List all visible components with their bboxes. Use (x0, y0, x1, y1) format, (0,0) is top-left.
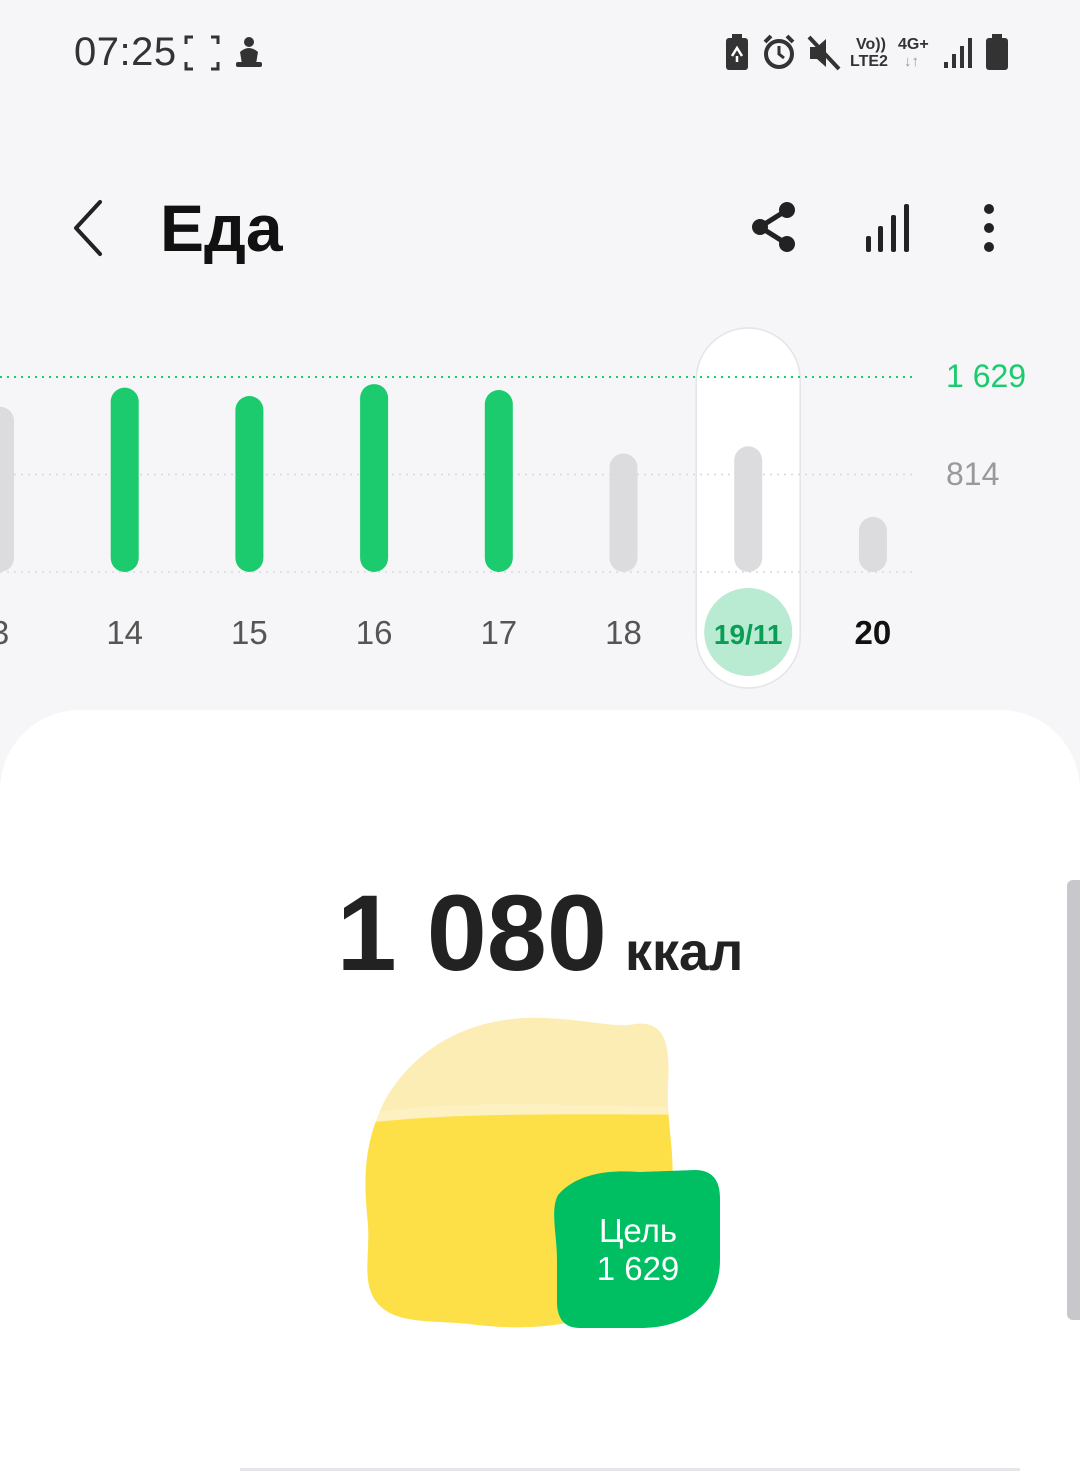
status-time: 07:25 (74, 30, 177, 74)
x-tick-label[interactable]: 20 (855, 614, 892, 651)
alarm-icon (763, 34, 795, 69)
x-tick-label[interactable]: 17 (480, 614, 517, 651)
x-tick-label[interactable]: 3 (0, 614, 9, 651)
x-tick-label[interactable]: 15 (231, 614, 268, 651)
signal-icon (944, 38, 972, 68)
goal-badge: Цель 1 629 (558, 1212, 718, 1288)
more-options-button[interactable] (954, 194, 1024, 264)
volte-label: Vo)) (856, 36, 886, 53)
back-button[interactable] (60, 194, 120, 264)
scrollbar-handle[interactable] (1067, 880, 1080, 1320)
daily-calories-chart: 3 14 15 16 17 18 19/11 20 1 629 814 (0, 320, 1080, 700)
food-blob-graphic[interactable] (350, 1010, 740, 1340)
chevron-left-icon (74, 200, 102, 256)
mid-tick-label: 814 (946, 455, 1000, 492)
calories-total: 1 080 ккал (0, 870, 1080, 995)
goal-tick-label: 1 629 (946, 358, 1027, 394)
bar-day-18[interactable] (609, 453, 638, 572)
bar-day-3[interactable] (0, 406, 14, 572)
goal-value: 1 629 (596, 1250, 680, 1287)
x-tick-label[interactable]: 19/11 (714, 619, 783, 650)
mute-icon (807, 35, 841, 71)
bar-day-20[interactable] (858, 516, 887, 572)
screen: 07:25 Vo)) LTE2 4G+ ↓↑ Еда 14 15 16 17 1… (0, 0, 1080, 1478)
bar-chart-icon (866, 204, 909, 252)
android-icon (236, 37, 262, 67)
food-blob-svg (365, 1017, 720, 1328)
bar-day-14[interactable] (110, 387, 139, 572)
network-type-label: 4G+ (898, 36, 929, 53)
share-icon (752, 202, 795, 252)
more-vert-icon (984, 204, 994, 252)
bar-day-19-11[interactable] (734, 446, 763, 572)
lte-label: LTE2 (850, 53, 888, 70)
volte-indicator: Vo)) LTE2 (850, 36, 888, 70)
trends-button[interactable] (852, 194, 922, 264)
x-tick-label[interactable]: 16 (356, 614, 393, 651)
data-arrows-icon: ↓↑ (904, 53, 919, 70)
app-header: Еда (0, 170, 1080, 290)
section-divider (240, 1468, 1020, 1471)
summary-card: 1 080 ккал Цель 1 629 (0, 710, 1080, 1478)
bar-day-17[interactable] (484, 390, 513, 572)
bar-day-15[interactable] (235, 396, 264, 572)
calories-value: 1 080 (336, 872, 607, 993)
battery-icon (986, 34, 1008, 70)
chart-svg: 3 14 15 16 17 18 19/11 20 (0, 327, 912, 689)
network-indicator: 4G+ ↓↑ (898, 36, 929, 70)
bar-day-16[interactable] (360, 384, 389, 572)
status-bar: 07:25 Vo)) LTE2 4G+ ↓↑ (0, 0, 1080, 110)
goal-title: Цель (598, 1212, 678, 1249)
page-title: Еда (160, 191, 283, 265)
battery-saver-icon (726, 34, 748, 70)
x-tick-label[interactable]: 18 (605, 614, 642, 651)
screenshot-icon (184, 35, 220, 71)
share-button[interactable] (738, 194, 808, 264)
calories-unit: ккал (624, 922, 744, 982)
x-tick-label[interactable]: 14 (106, 614, 143, 651)
